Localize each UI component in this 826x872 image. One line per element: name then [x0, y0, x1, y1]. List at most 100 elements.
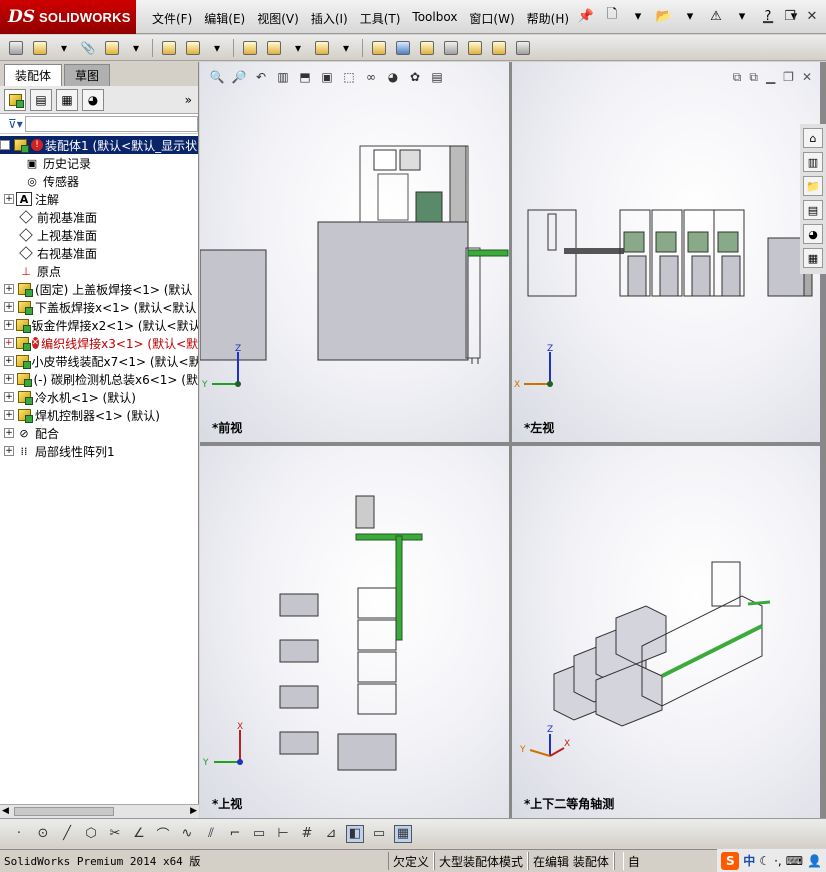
open-folder-icon[interactable]: 📂: [654, 6, 674, 26]
interference-detection-icon[interactable]: [489, 38, 509, 58]
new-document-icon[interactable]: 🗋: [602, 6, 622, 26]
expand-icon[interactable]: +: [4, 410, 14, 420]
menu-tools[interactable]: 工具(T): [354, 8, 407, 29]
angle-icon[interactable]: ∠: [130, 825, 148, 843]
reference-geometry-icon[interactable]: [369, 38, 389, 58]
feature-tree-icon[interactable]: [4, 88, 26, 111]
linear-pattern-icon[interactable]: [159, 38, 179, 58]
expand-chevron-icon[interactable]: »: [185, 93, 192, 107]
explode-line-sketch-icon[interactable]: [465, 38, 485, 58]
dropdown-arrow-icon[interactable]: ▾: [126, 38, 146, 58]
expand-icon[interactable]: +: [4, 194, 14, 204]
smart-fasteners-icon[interactable]: [183, 38, 203, 58]
tree-node-component[interactable]: + (固定) 上盖板焊接<1> (默认: [0, 280, 198, 298]
warning-icon[interactable]: ⚠: [706, 6, 726, 26]
viewport-left[interactable]: ⧉ ⧉ ▁ ❐ ✕ Z X *左视: [512, 62, 820, 442]
user-icon[interactable]: 👤: [807, 854, 822, 868]
solidworks-logo[interactable]: DS SOLIDWORKS: [0, 0, 136, 34]
tab-sketch[interactable]: 草图: [64, 64, 111, 86]
paperclip-icon[interactable]: 📎: [78, 38, 98, 58]
menu-edit[interactable]: 编辑(E): [198, 8, 251, 29]
expand-icon[interactable]: +: [4, 428, 14, 438]
file-explorer-icon[interactable]: 📁: [803, 176, 823, 196]
tree-node-top-plane[interactable]: 上视基准面: [0, 226, 198, 244]
property-manager-icon[interactable]: ▤: [30, 88, 52, 111]
circle-icon[interactable]: ⊙: [34, 825, 52, 843]
dropdown-arrow-icon[interactable]: ▾: [628, 6, 648, 26]
menu-insert[interactable]: 插入(I): [305, 8, 354, 29]
expand-icon[interactable]: +: [4, 374, 14, 384]
viewport-top[interactable]: X Y *上视: [200, 446, 509, 818]
dropdown-arrow-icon[interactable]: ▾: [288, 38, 308, 58]
offset-icon[interactable]: ⫽: [202, 825, 220, 843]
tree-node-front-plane[interactable]: 前视基准面: [0, 208, 198, 226]
expand-icon[interactable]: +: [4, 356, 14, 366]
sogou-input-icon[interactable]: S: [721, 851, 740, 870]
close-icon[interactable]: ✕: [804, 8, 820, 24]
tree-node-right-plane[interactable]: 右视基准面: [0, 244, 198, 262]
tree-node-history[interactable]: ▣ 历史记录: [0, 154, 198, 172]
arc-icon[interactable]: ⌒: [154, 825, 172, 843]
collapse-icon[interactable]: −: [0, 140, 10, 150]
expand-icon[interactable]: +: [4, 338, 14, 348]
trim-icon[interactable]: ✂: [106, 825, 124, 843]
expand-icon[interactable]: +: [4, 302, 14, 312]
appearances-icon[interactable]: ◕: [803, 224, 823, 244]
menu-view[interactable]: 视图(V): [251, 8, 305, 29]
exploded-view-icon[interactable]: [441, 38, 461, 58]
show-hidden-icon[interactable]: [264, 38, 284, 58]
dropdown-arrow-icon[interactable]: ▾: [336, 38, 356, 58]
scroll-right-icon[interactable]: ▶: [190, 806, 197, 816]
viewport-isometric[interactable]: Z Y X *上下二等角轴测: [512, 446, 820, 818]
filter-input[interactable]: [24, 115, 198, 132]
grid-icon[interactable]: #: [298, 825, 316, 843]
pin-icon[interactable]: 📌: [576, 6, 596, 26]
insert-component-icon[interactable]: [30, 38, 50, 58]
scrollbar-thumb[interactable]: [14, 807, 114, 816]
assembly-icon[interactable]: [6, 38, 26, 58]
dropdown-arrow-icon[interactable]: ▾: [680, 6, 700, 26]
tree-node-sensors[interactable]: ◎ 传感器: [0, 172, 198, 190]
tree-node-component[interactable]: + 下盖板焊接x<1> (默认<默认: [0, 298, 198, 316]
view-palette-icon[interactable]: ▤: [803, 200, 823, 220]
expand-icon[interactable]: +: [4, 446, 14, 456]
tab-assembly[interactable]: 装配体: [4, 64, 63, 86]
restore-icon[interactable]: ❐: [782, 8, 798, 24]
angle-dimension-icon[interactable]: ⊿: [322, 825, 340, 843]
tree-node-component-error[interactable]: + ✕ 编织线焊接x3<1> (默认<默: [0, 334, 198, 352]
scroll-left-icon[interactable]: ◀: [2, 806, 9, 816]
menu-window[interactable]: 窗口(W): [463, 8, 520, 29]
instant3d-icon[interactable]: [513, 38, 533, 58]
configuration-manager-icon[interactable]: ▦: [56, 88, 78, 111]
dropdown-arrow-icon[interactable]: ▾: [54, 38, 74, 58]
move-component-icon[interactable]: [240, 38, 260, 58]
tree-node-mates[interactable]: + ⊘ 配合: [0, 424, 198, 442]
tree-node-component[interactable]: + 焊机控制器<1> (默认): [0, 406, 198, 424]
menu-file[interactable]: 文件(F): [146, 8, 198, 29]
corner-icon[interactable]: ⌐: [226, 825, 244, 843]
tree-horizontal-scrollbar[interactable]: ◀ ▶: [0, 804, 199, 818]
new-motion-study-icon[interactable]: [393, 38, 413, 58]
polygon-icon[interactable]: ⬡: [82, 825, 100, 843]
menu-help[interactable]: 帮助(H): [521, 8, 575, 29]
mate-icon[interactable]: [102, 38, 122, 58]
tree-node-component[interactable]: + (-) 碳刷检测机总装x6<1> (默: [0, 370, 198, 388]
design-library-icon[interactable]: ▥: [803, 152, 823, 172]
expand-icon[interactable]: +: [4, 392, 14, 402]
shaded-display-icon[interactable]: ◧: [346, 824, 364, 843]
minimize-icon[interactable]: ▁: [760, 8, 776, 24]
tree-node-component[interactable]: + 冷水机<1> (默认): [0, 388, 198, 406]
display-manager-icon[interactable]: ◕: [82, 88, 104, 111]
point-icon[interactable]: ·: [10, 825, 28, 843]
window-icon[interactable]: ▭: [370, 825, 388, 843]
filter-icon[interactable]: ⊽▾: [8, 117, 23, 131]
rectangle-icon[interactable]: ▭: [250, 825, 268, 843]
dropdown-arrow-icon[interactable]: ▾: [207, 38, 227, 58]
tree-node-annotations[interactable]: + A 注解: [0, 190, 198, 208]
tree-node-component[interactable]: + 小皮带线装配x7<1> (默认<默: [0, 352, 198, 370]
status-units[interactable]: 自: [624, 852, 644, 870]
table-icon[interactable]: ▦: [394, 824, 412, 843]
expand-icon[interactable]: +: [4, 320, 14, 330]
menu-toolbox[interactable]: Toolbox: [406, 8, 463, 29]
assembly-features-icon[interactable]: [312, 38, 332, 58]
